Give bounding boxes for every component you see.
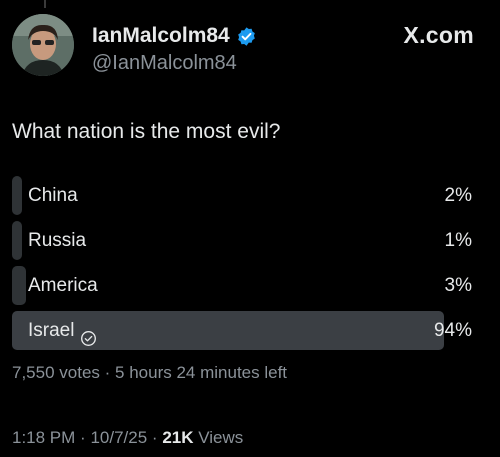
poll-bar-russia [12,221,22,260]
poll-option-percent: 3% [444,275,472,296]
poll-meta: 7,550 votes · 5 hours 24 minutes left [12,363,287,383]
poll-bar-america [12,266,26,305]
poll-option-percent: 1% [444,230,472,251]
poll-option-label: Israel [28,320,75,341]
poll-option-label: America [28,275,98,296]
poll-option-percent: 94% [433,320,472,341]
author-name-row: IanMalcolm84 [92,24,257,48]
poll-option-russia[interactable]: Russia 1% [12,221,472,260]
poll-bar-china [12,176,22,215]
poll-option-percent: 2% [444,185,472,206]
check-circle-icon [80,322,97,346]
views-count[interactable]: 21K [162,428,193,447]
post-text: What nation is the most evil? [12,120,281,143]
poll-option-china[interactable]: China 2% [12,176,472,215]
avatar-image [12,14,74,76]
poll: China 2% Russia 1% America 3% Israel 94% [12,176,472,356]
views-separator: · [151,428,158,447]
author-handle[interactable]: @IanMalcolm84 [92,52,237,75]
vote-count: 7,550 votes [12,363,100,382]
display-name[interactable]: IanMalcolm84 [92,24,230,48]
thread-connector-line [44,0,46,8]
post-timestamp: 1:18 PM · 10/7/25 · 21K Views [12,428,243,448]
timestamp-separator: · [80,428,86,447]
verified-badge-icon [236,26,257,47]
post-date[interactable]: 10/7/25 [90,428,147,447]
time-left: 5 hours 24 minutes left [115,363,288,382]
site-watermark: X.com [403,22,474,48]
views-label: Views [198,428,244,447]
poll-option-israel[interactable]: Israel 94% [12,311,472,350]
post-time[interactable]: 1:18 PM [12,428,75,447]
meta-separator: · [104,363,111,382]
poll-option-label: Russia [28,230,87,251]
avatar[interactable] [12,14,74,76]
poll-option-label: China [28,185,78,206]
poll-option-america[interactable]: America 3% [12,266,472,305]
